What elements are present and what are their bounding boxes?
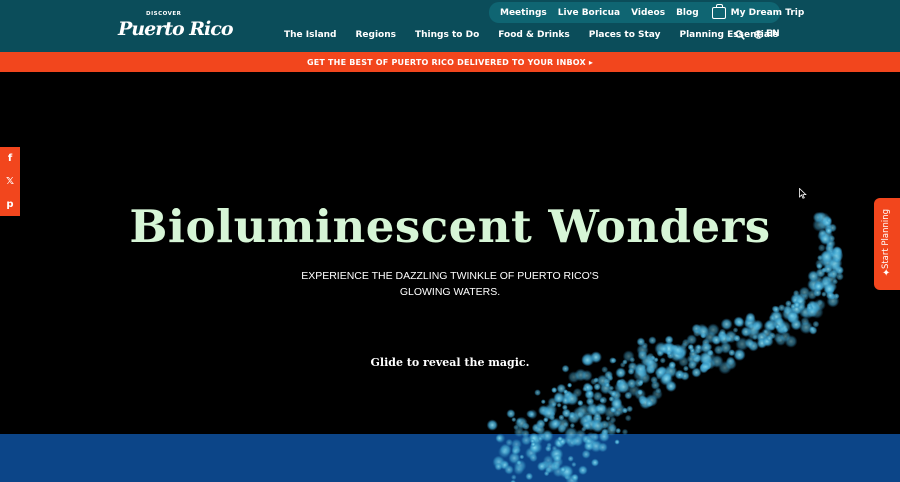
language-selector[interactable]: EN [754,29,780,39]
suitcase-icon [711,3,726,19]
search-icon[interactable] [735,30,745,40]
start-planning-tab[interactable]: Start Planning ✦ [874,198,900,290]
nav-things-to-do[interactable]: Things to Do [415,30,479,40]
social-share-bar: f 𝕏 p [0,147,20,216]
site-header: DISCOVER Puerto Rico Meetings Live Boric… [0,0,900,52]
my-dream-trip-button[interactable]: My Dream Trip [711,3,805,19]
main-nav: The Island Regions Things to Do Food & D… [284,29,797,41]
utility-link-blog[interactable]: Blog [676,8,699,18]
sparkle-icon: ✦ [882,268,891,279]
nav-places-to-stay[interactable]: Places to Stay [589,30,661,40]
facebook-icon[interactable]: f [0,147,20,170]
logo[interactable]: DISCOVER Puerto Rico [118,9,234,43]
utility-nav: Meetings Live Boricua Videos Blog My Dre… [489,2,804,23]
utility-link-meetings[interactable]: Meetings [500,8,547,18]
newsletter-banner[interactable]: GET THE BEST OF PUERTO RICO DELIVERED TO… [0,52,900,72]
next-section-band [0,434,900,482]
hero-section[interactable]: Bioluminescent Wonders EXPERIENCE THE DA… [0,72,900,434]
globe-icon [754,29,763,39]
nav-regions[interactable]: Regions [356,30,397,40]
pinterest-icon[interactable]: p [0,193,20,216]
language-label: EN [766,29,780,39]
utility-link-live-boricua[interactable]: Live Boricua [558,8,620,18]
my-dream-trip-label: My Dream Trip [730,7,805,18]
utility-link-videos[interactable]: Videos [631,8,665,18]
mouse-cursor-icon [799,188,807,199]
x-icon[interactable]: 𝕏 [0,170,20,193]
hero-subtitle: EXPERIENCE THE DAZZLING TWINKLE OF PUERT… [301,270,599,298]
hero-instruction: Glide to reveal the magic. [370,356,530,369]
nav-food-drinks[interactable]: Food & Drinks [498,30,569,40]
logo-wordmark: Puerto Rico [118,18,234,40]
hero-title: Bioluminescent Wonders [129,200,771,253]
start-planning-label: Start Planning [881,208,891,270]
nav-the-island[interactable]: The Island [284,30,337,40]
logo-discover: DISCOVER [146,11,182,17]
newsletter-banner-text: GET THE BEST OF PUERTO RICO DELIVERED TO… [306,57,594,67]
